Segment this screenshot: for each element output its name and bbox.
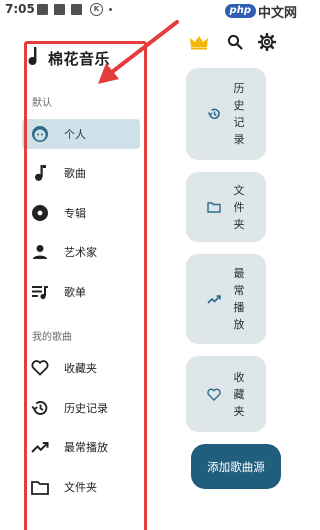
annotation-arrow-icon [98,20,179,84]
